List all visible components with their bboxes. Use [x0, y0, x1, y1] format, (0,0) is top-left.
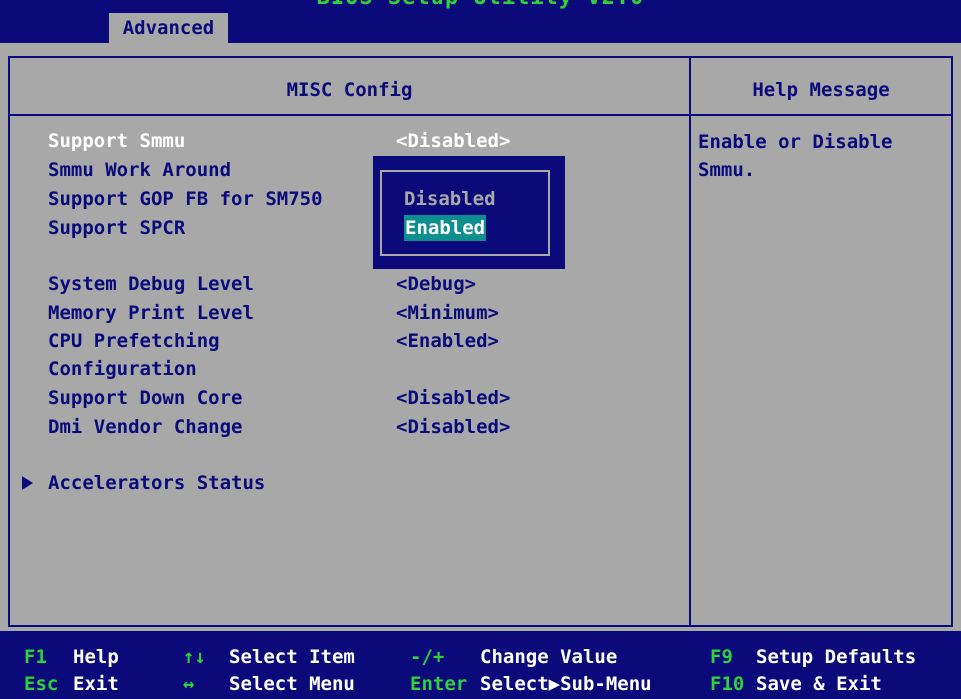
option-popup-border: Disabled Enabled: [380, 170, 550, 256]
tab-advanced[interactable]: Advanced: [109, 13, 228, 43]
key-help-bar: F1 Help Esc Exit ↑↓ Select Item ↔ Select…: [0, 631, 961, 699]
submenu-arrow-icon: [22, 476, 33, 490]
main-panel: MISC Config Help Message Support Smmu <D…: [0, 43, 961, 631]
setting-cpu-prefetching-value[interactable]: <Enabled>: [396, 327, 499, 355]
key-esc: Esc: [24, 673, 59, 695]
key-f9-desc: Setup Defaults: [756, 646, 917, 668]
key-leftright-icon: ↔: [183, 673, 195, 695]
submenu-accelerators-status[interactable]: Accelerators Status: [48, 469, 265, 497]
setting-system-debug-level[interactable]: System Debug Level: [48, 270, 254, 298]
key-f10: F10: [710, 673, 745, 695]
app-title: BIOS Setup Utility V2.0: [0, 0, 961, 10]
setting-memory-print-level[interactable]: Memory Print Level: [48, 299, 254, 327]
top-bar: BIOS Setup Utility V2.0 Advanced: [0, 0, 961, 43]
setting-dmi-vendor-change-value[interactable]: <Disabled>: [396, 413, 510, 441]
page-title: MISC Config: [286, 79, 413, 101]
help-title: Help Message: [752, 79, 890, 101]
option-enabled[interactable]: Enabled: [404, 215, 487, 241]
key-updown-icon: ↑↓: [183, 646, 206, 668]
setting-cpu-prefetching-config[interactable]: Configuration: [48, 355, 197, 383]
key-esc-desc: Exit: [73, 673, 119, 695]
setting-support-smmu[interactable]: Support Smmu: [48, 127, 185, 155]
key-enter: Enter: [410, 673, 468, 695]
key-enter-desc: Select▶Sub-Menu: [480, 673, 652, 695]
setting-smmu-work-around[interactable]: Smmu Work Around: [48, 156, 231, 184]
option-disabled[interactable]: Disabled: [404, 186, 496, 212]
key-minus-plus-desc: Change Value: [480, 646, 618, 668]
setting-support-down-core[interactable]: Support Down Core: [48, 384, 242, 412]
key-updown-desc: Select Item: [229, 646, 355, 668]
key-f1-desc: Help: [73, 646, 119, 668]
setting-system-debug-level-value[interactable]: <Debug>: [396, 270, 476, 298]
key-f10-desc: Save & Exit: [756, 673, 882, 695]
setting-support-smmu-value[interactable]: <Disabled>: [396, 127, 510, 155]
key-leftright-desc: Select Menu: [229, 673, 355, 695]
option-popup: Disabled Enabled: [373, 156, 565, 269]
setting-cpu-prefetching[interactable]: CPU Prefetching: [48, 327, 220, 355]
setting-support-down-core-value[interactable]: <Disabled>: [396, 384, 510, 412]
key-f9: F9: [710, 646, 733, 668]
key-f1: F1: [24, 646, 47, 668]
setting-memory-print-level-value[interactable]: <Minimum>: [396, 299, 499, 327]
column-divider: [689, 56, 691, 627]
setting-support-spcr[interactable]: Support SPCR: [48, 214, 185, 242]
setting-dmi-vendor-change[interactable]: Dmi Vendor Change: [48, 413, 242, 441]
setting-support-gop-fb[interactable]: Support GOP FB for SM750: [48, 185, 323, 213]
key-minus-plus: -/+: [410, 646, 445, 668]
help-message-text: Enable or Disable Smmu.: [698, 131, 893, 181]
